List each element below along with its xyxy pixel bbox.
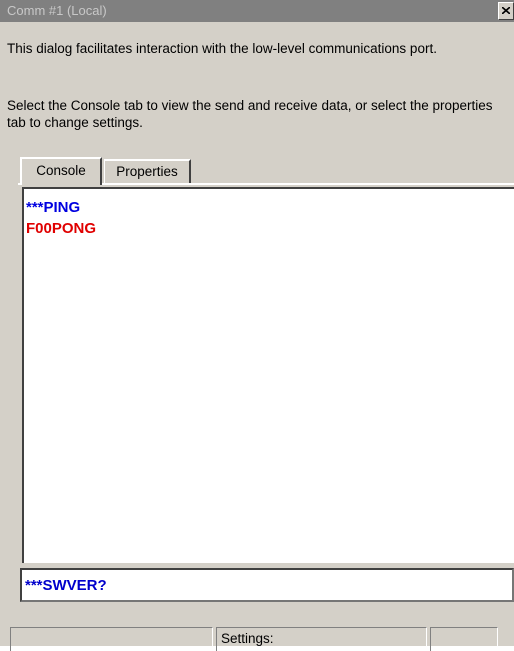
status-pane-1 — [10, 627, 213, 651]
status-pane-3 — [430, 627, 498, 651]
close-icon — [502, 7, 510, 14]
status-pane-settings: Settings: — [216, 627, 427, 651]
console-line-sent: ***PING — [26, 199, 81, 216]
console-line-received: F00PONG — [26, 220, 97, 237]
status-bar: Settings: — [0, 622, 514, 651]
title-bar[interactable]: Comm #1 (Local) — [0, 0, 514, 22]
description-text-1: This dialog facilitates interaction with… — [7, 41, 437, 56]
tab-properties[interactable]: Properties — [104, 159, 191, 183]
comm-dialog: Comm #1 (Local) This dialog facilitates … — [0, 0, 514, 651]
command-input[interactable] — [20, 568, 514, 602]
close-button[interactable] — [498, 2, 514, 20]
window-title: Comm #1 (Local) — [7, 3, 107, 18]
tab-console[interactable]: Console — [20, 157, 102, 185]
console-output[interactable]: ***PING F00PONG — [22, 187, 514, 563]
description-text-2: Select the Console tab to view the send … — [7, 98, 493, 130]
